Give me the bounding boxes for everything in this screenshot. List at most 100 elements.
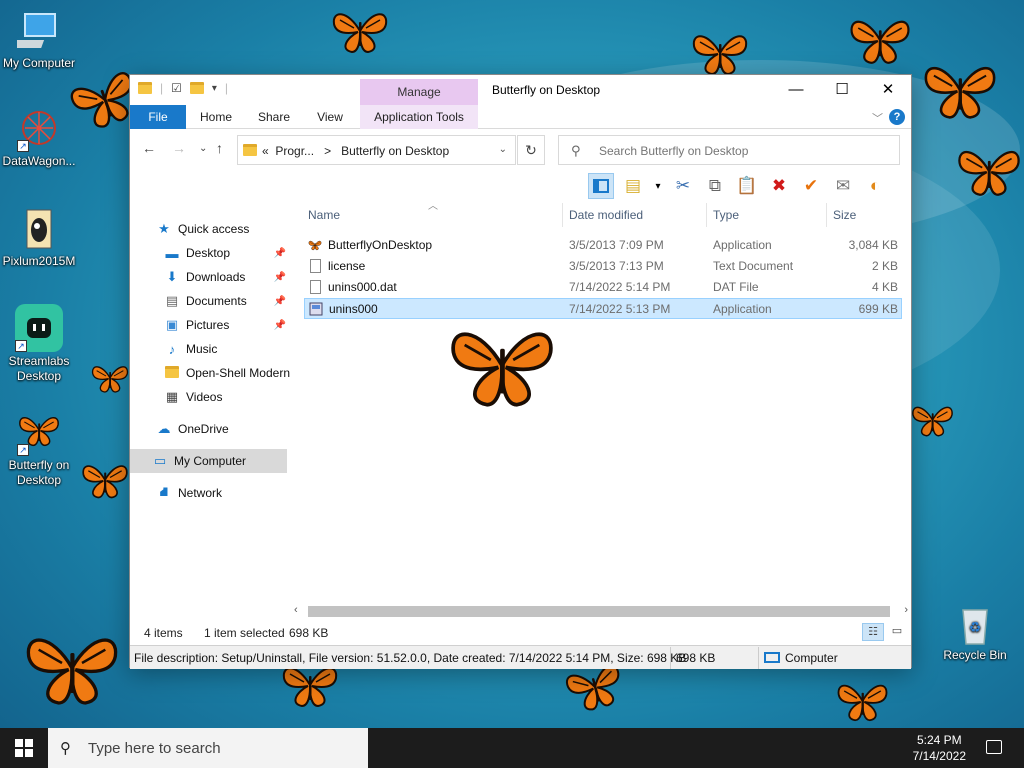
desktop-icon-recycle-bin[interactable]: ♻ Recycle Bin bbox=[936, 602, 1014, 663]
details-bar: File description: Setup/Uninstall, File … bbox=[130, 645, 911, 669]
tab-application-tools[interactable]: Application Tools bbox=[360, 105, 478, 129]
tab-file[interactable]: File bbox=[130, 105, 186, 129]
search-box[interactable]: ⚲ bbox=[558, 135, 900, 165]
horizontal-scrollbar[interactable]: ‹ › bbox=[290, 603, 912, 620]
shortcut-arrow-icon: ↗ bbox=[15, 340, 27, 352]
nav-onedrive[interactable]: ☁ OneDrive bbox=[156, 417, 316, 441]
windows-logo-icon bbox=[15, 739, 33, 757]
file-description: File description: Setup/Uninstall, File … bbox=[134, 651, 687, 665]
butterfly-decoration bbox=[850, 20, 910, 64]
paste-icon[interactable]: 📋 bbox=[734, 173, 760, 199]
nav-quick-access[interactable]: ★ Quick access bbox=[156, 217, 316, 241]
address-input[interactable]: « Progr... > Butterfly on Desktop ⌄ bbox=[237, 135, 516, 165]
scroll-right-icon[interactable]: › bbox=[904, 604, 908, 616]
shortcut-arrow-icon: ↗ bbox=[17, 444, 29, 456]
desktop-icon-butterfly[interactable]: ↗ Butterfly on Desktop bbox=[0, 412, 78, 488]
column-header-date[interactable]: Date modified bbox=[569, 203, 643, 227]
file-row-selected[interactable]: unins000 7/14/2022 5:13 PM Application 6… bbox=[304, 298, 902, 319]
custom-toolbar: ▤ ▾ ✂ ⧉ 📋 ✖ ✔ ✉ ◐ bbox=[588, 170, 888, 202]
file-row[interactable]: unins000.dat 7/14/2022 5:14 PM DAT File … bbox=[304, 277, 902, 298]
maximize-button[interactable]: ☐ bbox=[819, 75, 865, 105]
ribbon-expand-icon[interactable]: ﹀ bbox=[872, 110, 883, 126]
file-list: Name ︿ Date modified Type Size Butterfly… bbox=[304, 201, 904, 603]
shortcut-arrow-icon: ↗ bbox=[17, 140, 29, 152]
taskbar-search-box[interactable]: ⚲ Type here to search bbox=[48, 728, 368, 768]
pixlum-icon bbox=[17, 208, 61, 252]
text-file-icon bbox=[310, 259, 321, 273]
taskbar-search-placeholder: Type here to search bbox=[88, 740, 221, 757]
column-header-type[interactable]: Type bbox=[713, 203, 739, 227]
address-dropdown-icon[interactable]: ⌄ bbox=[499, 144, 507, 155]
search-input[interactable] bbox=[599, 144, 889, 158]
desktop-icon-label: Pixlum2015M bbox=[2, 254, 76, 268]
back-arrow-icon[interactable]: ← bbox=[142, 140, 156, 156]
nav-music[interactable]: ♪ Music bbox=[164, 337, 290, 361]
file-row[interactable]: ButterflyOnDesktop 3/5/2013 7:09 PM Appl… bbox=[304, 235, 902, 256]
breadcrumb-item-current[interactable]: Butterfly on Desktop bbox=[341, 144, 449, 158]
tab-home[interactable]: Home bbox=[192, 105, 240, 129]
selection-count: 1 item selected bbox=[204, 626, 285, 640]
nav-my-computer[interactable]: ▭ My Computer bbox=[130, 449, 287, 473]
start-button[interactable] bbox=[0, 728, 48, 768]
cut-icon[interactable]: ✂ bbox=[670, 173, 696, 199]
system-clock[interactable]: 5:24 PM 7/14/2022 bbox=[913, 732, 966, 764]
address-bar-row: ← → ⌄ ↑ « Progr... > Butterfly on Deskto… bbox=[130, 130, 911, 168]
up-arrow-icon[interactable]: ↑ bbox=[216, 140, 223, 156]
quick-access-toolbar: | ☑ ▾ | bbox=[138, 81, 228, 95]
nav-videos[interactable]: ▦ Videos bbox=[164, 385, 290, 409]
star-icon: ★ bbox=[158, 221, 170, 236]
details-location: Computer bbox=[785, 651, 838, 665]
preview-pane-icon[interactable] bbox=[588, 173, 614, 199]
nav-desktop[interactable]: ▬ Desktop 📌 bbox=[164, 241, 290, 265]
nav-open-shell-modern[interactable]: Open-Shell Modern bbox=[164, 361, 290, 385]
nav-pictures[interactable]: ▣ Pictures 📌 bbox=[164, 313, 290, 337]
breadcrumb-separator[interactable]: > bbox=[324, 144, 331, 158]
nav-documents[interactable]: ▤ Documents 📌 bbox=[164, 289, 290, 313]
column-header-size[interactable]: Size bbox=[833, 203, 856, 227]
butterfly-decoration bbox=[837, 684, 888, 722]
help-icon[interactable]: ? bbox=[889, 109, 905, 125]
shell-icon[interactable]: ◐ bbox=[862, 173, 888, 199]
breadcrumb-item[interactable]: Progr... bbox=[275, 144, 314, 158]
forward-arrow-icon[interactable]: → bbox=[172, 140, 186, 156]
navigation-pane: ★ Quick access ▬ Desktop 📌 ⬇ Downloads 📌… bbox=[130, 203, 294, 603]
manage-tab[interactable]: Manage bbox=[360, 79, 478, 105]
new-folder-icon[interactable] bbox=[189, 82, 204, 94]
address-overflow[interactable]: « bbox=[262, 144, 269, 158]
scrollbar-thumb[interactable] bbox=[308, 606, 890, 617]
properties-icon[interactable]: ☑ bbox=[171, 81, 182, 95]
desktop-icon-streamlabs[interactable]: ↗ Streamlabs Desktop bbox=[0, 304, 78, 384]
tab-share[interactable]: Share bbox=[250, 105, 298, 129]
properties-icon[interactable]: ▤ bbox=[620, 173, 646, 199]
delete-icon[interactable]: ✖ bbox=[766, 173, 792, 199]
details-view-icon[interactable]: ☷ bbox=[862, 623, 884, 641]
qat-dropdown-icon[interactable]: ▾ bbox=[212, 83, 217, 94]
recent-locations-icon[interactable]: ⌄ bbox=[199, 143, 207, 154]
desktop-icon-pixlum[interactable]: Pixlum2015M bbox=[0, 208, 78, 269]
large-icons-view-icon[interactable]: ▭ bbox=[887, 623, 907, 641]
nav-downloads[interactable]: ⬇ Downloads 📌 bbox=[164, 265, 290, 289]
dropdown-icon[interactable]: ▾ bbox=[652, 173, 664, 199]
sort-ascending-icon: ︿ bbox=[428, 201, 438, 212]
tab-view[interactable]: View bbox=[306, 105, 354, 129]
desktop-icon-my-computer[interactable]: My Computer bbox=[0, 10, 78, 71]
search-icon: ⚲ bbox=[571, 143, 581, 158]
title-bar: | ☑ ▾ | Manage Butterfly on Desktop — ☐ … bbox=[130, 75, 911, 105]
minimize-button[interactable]: — bbox=[773, 75, 819, 105]
status-bar: 4 items 1 item selected 698 KB ☷ ▭ bbox=[130, 621, 911, 645]
scroll-left-icon[interactable]: ‹ bbox=[294, 604, 298, 616]
notification-icon[interactable] bbox=[986, 740, 1002, 754]
rename-icon[interactable]: ✔ bbox=[798, 173, 824, 199]
desktop-icon-datawagon[interactable]: ↗ DataWagon... bbox=[0, 108, 78, 169]
butterfly-decoration bbox=[91, 366, 129, 393]
copy-icon[interactable]: ⧉ bbox=[702, 173, 728, 199]
close-button[interactable]: ✕ bbox=[865, 75, 911, 105]
ribbon-tabs: File Home Share View Application Tools ﹀… bbox=[130, 105, 911, 129]
nav-network[interactable]: ⛘ Network bbox=[156, 481, 316, 505]
desktop-icon-label: Recycle Bin bbox=[943, 648, 1007, 662]
details-size: 698 KB bbox=[676, 651, 716, 665]
refresh-button[interactable]: ↻ bbox=[517, 135, 545, 165]
file-row[interactable]: license 3/5/2013 7:13 PM Text Document 2… bbox=[304, 256, 902, 277]
email-icon[interactable]: ✉ bbox=[830, 173, 856, 199]
column-header-name[interactable]: Name bbox=[308, 203, 340, 227]
